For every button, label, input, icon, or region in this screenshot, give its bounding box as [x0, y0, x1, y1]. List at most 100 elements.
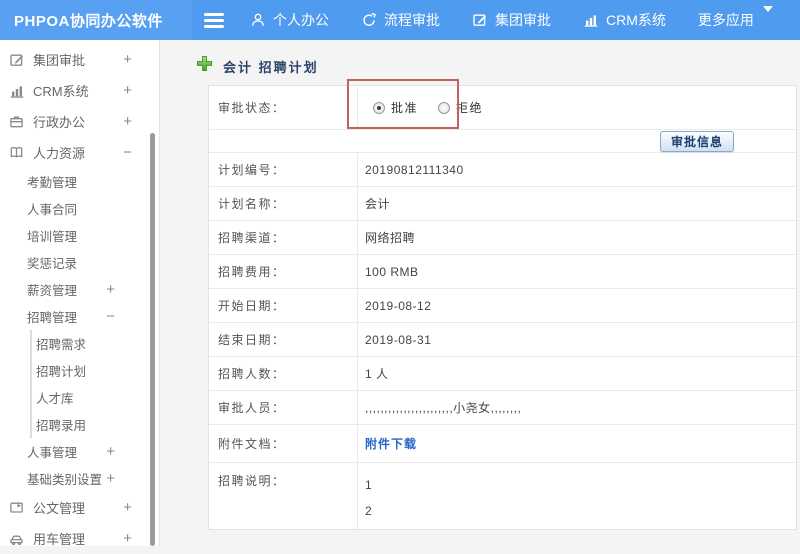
field-label: 开始日期： — [209, 289, 358, 322]
form-row: 招聘说明：12 — [209, 463, 796, 529]
field-label: 审批人员： — [209, 391, 358, 424]
folder-icon — [9, 500, 25, 516]
sidebar-item-招聘计划[interactable]: 招聘计划 — [30, 357, 159, 384]
form-row: 审批人员：,,,,,,,,,,,,,,,,,,,,,,,小尧女,,,,,,,, — [209, 391, 796, 425]
field-value: 12 — [358, 463, 796, 529]
sidebar-item-label: 人事合同 — [27, 199, 77, 218]
sidebar-item-公文管理[interactable]: 公文管理 + — [0, 492, 159, 523]
sidebar-item-奖惩记录[interactable]: 奖惩记录 — [0, 249, 159, 276]
reject-radio[interactable] — [438, 102, 450, 114]
field-label: 招聘费用： — [209, 255, 358, 288]
expand-plus-icon[interactable]: + — [123, 52, 132, 67]
sidebar-item-用车管理[interactable]: 用车管理 + — [0, 523, 159, 554]
approve-radio[interactable] — [373, 102, 385, 114]
approve-radio-label: 批准 — [391, 99, 418, 116]
collapse-minus-icon[interactable]: − — [106, 309, 115, 324]
title-bar: 会计 招聘计划 — [196, 55, 319, 77]
top-nav: 个人办公 流程审批 集团审批 CRM系统 更多应用 — [250, 10, 773, 30]
sidebar-item-label: 公文管理 — [33, 498, 85, 517]
sidebar: 集团审批+CRM系统+行政办公+人力资源−考勤管理人事合同培训管理奖惩记录薪资管… — [0, 40, 160, 546]
sidebar-item-人事合同[interactable]: 人事合同 — [0, 195, 159, 222]
form-row: 招聘费用：100 RMB — [209, 255, 796, 289]
approval-info-button[interactable]: 审批信息 — [660, 131, 734, 152]
nav-item-3[interactable]: 集团审批 — [472, 10, 551, 30]
sidebar-item-label: 人才库 — [36, 388, 74, 407]
nav-item-4[interactable]: CRM系统 — [583, 10, 666, 30]
nav-item-label: 集团审批 — [495, 10, 551, 30]
sidebar-item-label: 考勤管理 — [27, 172, 77, 191]
sidebar-item-考勤管理[interactable]: 考勤管理 — [0, 168, 159, 195]
collapse-minus-icon[interactable]: − — [123, 145, 132, 160]
value-line: 1 — [365, 472, 796, 498]
sidebar-item-label: 招聘需求 — [36, 334, 86, 353]
sidebar-item-培训管理[interactable]: 培训管理 — [0, 222, 159, 249]
sidebar-item-招聘需求[interactable]: 招聘需求 — [30, 330, 159, 357]
field-label: 计划编号： — [209, 153, 358, 186]
field-value: ,,,,,,,,,,,,,,,,,,,,,,,小尧女,,,,,,,, — [358, 391, 796, 424]
expand-plus-icon[interactable]: + — [123, 114, 132, 129]
process-approval-icon — [361, 12, 377, 28]
edit-square-icon — [9, 52, 25, 68]
bar-chart-icon — [9, 83, 25, 99]
field-value: 会计 — [358, 187, 796, 220]
bar-chart-icon — [583, 12, 599, 28]
sidebar-item-label: 招聘计划 — [36, 361, 86, 380]
expand-plus-icon[interactable]: + — [106, 471, 115, 486]
form-row: 计划编号：20190812111340 — [209, 153, 796, 187]
form-row: 开始日期：2019-08-12 — [209, 289, 796, 323]
sidebar-item-招聘管理[interactable]: 招聘管理− — [0, 303, 159, 330]
nav-item-1[interactable]: 个人办公 — [250, 10, 329, 30]
field-value: 20190812111340 — [358, 153, 796, 186]
sidebar-item-行政办公[interactable]: 行政办公 + — [0, 106, 159, 137]
nav-item-2[interactable]: 流程审批 — [361, 10, 440, 30]
field-value: 附件下载 — [358, 425, 796, 462]
edit-square-icon — [472, 12, 488, 28]
form-row: 招聘人数：1 人 — [209, 357, 796, 391]
sidebar-item-label: 用车管理 — [33, 529, 85, 548]
sidebar-item-基础类别设置[interactable]: 基础类别设置+ — [0, 465, 159, 492]
sidebar-item-label: 人力资源 — [33, 143, 85, 162]
value-line: 2 — [365, 498, 796, 524]
top-header: PHPOA协同办公软件 个人办公流程审批集团审批CRM系统更多应用 — [0, 0, 800, 40]
main-content: 会计 招聘计划 审批状态： 批准 拒绝 审批信息 计划编号：2019081211… — [160, 40, 800, 546]
attachment-download-link[interactable]: 附件下载 — [365, 435, 417, 452]
form-row: 招聘渠道：网络招聘 — [209, 221, 796, 255]
book-icon — [9, 145, 25, 161]
nav-item-label: 个人办公 — [273, 10, 329, 30]
expand-plus-icon[interactable]: + — [106, 444, 115, 459]
expand-plus-icon[interactable]: + — [123, 83, 132, 98]
expand-plus-icon[interactable]: + — [123, 500, 132, 515]
form-row: 计划名称：会计 — [209, 187, 796, 221]
field-label: 审批状态： — [209, 86, 358, 129]
briefcase-icon — [9, 114, 25, 130]
sidebar-item-label: 招聘录用 — [36, 415, 86, 434]
add-plus-icon — [196, 55, 213, 77]
sidebar-item-人力资源[interactable]: 人力资源 − — [0, 137, 159, 168]
sidebar-item-集团审批[interactable]: 集团审批 + — [0, 44, 159, 75]
sidebar-item-label: 薪资管理 — [27, 280, 77, 299]
sidebar-item-label: 人事管理 — [27, 442, 77, 461]
nav-item-5[interactable]: 更多应用 — [698, 10, 773, 30]
sidebar-item-薪资管理[interactable]: 薪资管理 + — [0, 276, 159, 303]
expand-plus-icon[interactable]: + — [106, 282, 115, 297]
sidebar-item-人才库[interactable]: 人才库 — [30, 384, 159, 411]
approval-radio-group: 批准 拒绝 — [365, 99, 497, 116]
sidebar-item-label: 集团审批 — [33, 50, 85, 69]
approval-status-row: 审批状态： 批准 拒绝 — [209, 86, 796, 130]
form-row: 结束日期：2019-08-31 — [209, 323, 796, 357]
sidebar-item-招聘录用[interactable]: 招聘录用 — [30, 411, 159, 438]
reject-radio-label: 拒绝 — [456, 99, 483, 116]
sidebar-item-CRM系统[interactable]: CRM系统+ — [0, 75, 159, 106]
nav-item-label: CRM系统 — [606, 10, 666, 30]
car-icon — [9, 531, 25, 547]
nav-item-label: 流程审批 — [384, 10, 440, 30]
form-row: 附件文档：附件下载 — [209, 425, 796, 463]
sidebar-item-label: 行政办公 — [33, 112, 85, 131]
sidebar-item-人事管理[interactable]: 人事管理 + — [0, 438, 159, 465]
hamburger-menu-icon[interactable] — [204, 13, 224, 28]
expand-plus-icon[interactable]: + — [123, 531, 132, 546]
field-label: 招聘渠道： — [209, 221, 358, 254]
sidebar-scrollbar[interactable] — [150, 133, 155, 546]
field-value: 1 人 — [358, 357, 796, 390]
field-label: 结束日期： — [209, 323, 358, 356]
